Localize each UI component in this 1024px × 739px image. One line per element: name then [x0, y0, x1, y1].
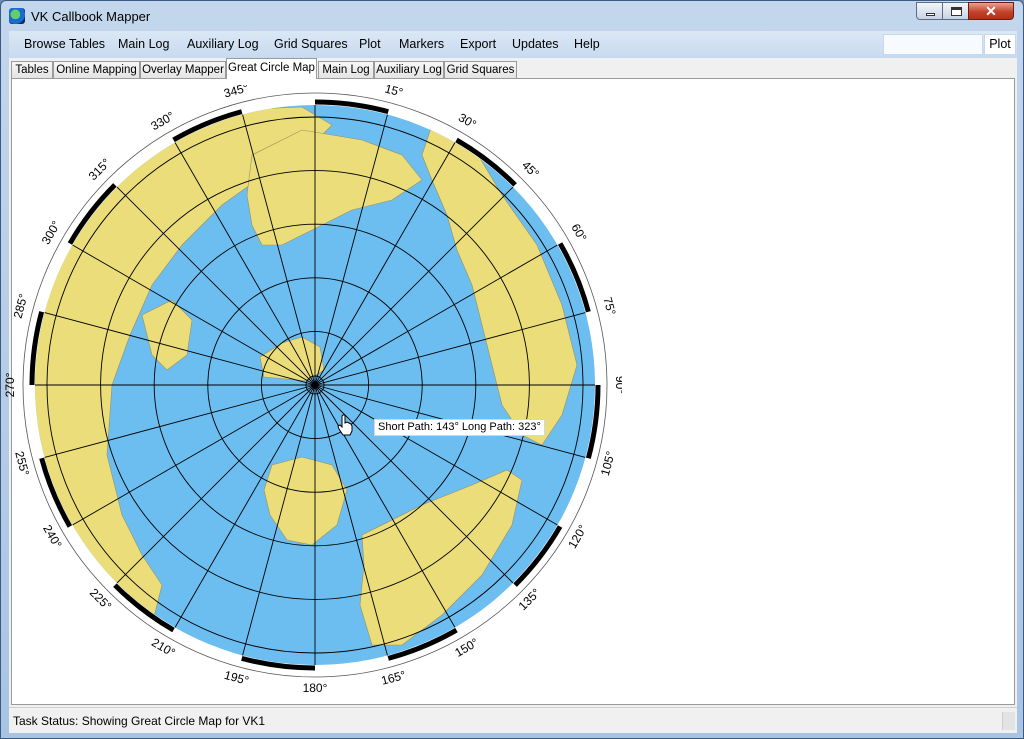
minimize-icon: [926, 13, 935, 16]
bearing-label: 0°: [309, 85, 321, 87]
bearing-label: 165°: [380, 668, 408, 688]
tab-online-mapping[interactable]: Online Mapping: [53, 61, 140, 78]
tab-overlay-mapper[interactable]: Overlay Mapper: [140, 61, 226, 78]
bearing-label: 90°: [613, 376, 622, 394]
maximize-button[interactable]: [942, 2, 969, 20]
window-title: VK Callbook Mapper: [31, 9, 151, 24]
menu-export[interactable]: Export: [460, 37, 496, 51]
bearing-label: 285°: [11, 292, 31, 320]
bearing-label: 345°: [222, 85, 250, 101]
tab-grid-squares[interactable]: Grid Squares: [444, 61, 517, 78]
resize-grip[interactable]: [1002, 712, 1015, 730]
plot-input[interactable]: [883, 34, 983, 55]
path-tooltip: Short Path: 143° Long Path: 323°: [374, 419, 545, 436]
bearing-label: 195°: [223, 668, 251, 688]
bearing-label: 180°: [303, 681, 328, 695]
bearing-label: 45°: [519, 158, 542, 181]
menu-plot[interactable]: Plot: [359, 37, 381, 51]
status-text: Task Status: Showing Great Circle Map fo…: [13, 714, 266, 728]
menu-help[interactable]: Help: [574, 37, 600, 51]
menu-main-log[interactable]: Main Log: [118, 37, 169, 51]
close-icon: ✕: [985, 3, 997, 19]
great-circle-map-panel: 0°15°30°45°60°75°90°105°120°135°150°165°…: [3, 78, 1015, 705]
bearing-label: 105°: [598, 449, 618, 477]
tab-main-log[interactable]: Main Log: [318, 61, 374, 78]
graticule: [35, 105, 595, 665]
bearing-label: 30°: [456, 110, 479, 131]
plot-button[interactable]: Plot: [984, 34, 1016, 55]
app-window: VK Callbook Mapper ✕ Browse Tables Main …: [0, 0, 1024, 739]
bearing-label: 60°: [568, 221, 589, 244]
hand-cursor-icon: [337, 414, 353, 436]
tab-strip: Tables Online Mapping Overlay Mapper Gre…: [9, 58, 1017, 79]
menu-updates[interactable]: Updates: [512, 37, 559, 51]
globe-app-icon: [9, 8, 25, 24]
menu-markers[interactable]: Markers: [399, 37, 444, 51]
great-circle-map[interactable]: 0°15°30°45°60°75°90°105°120°135°150°165°…: [2, 85, 622, 705]
menu-auxiliary-log[interactable]: Auxiliary Log: [187, 37, 259, 51]
status-bar: Task Status: Showing Great Circle Map fo…: [9, 707, 1017, 733]
bearing-label: 255°: [12, 450, 32, 478]
bearing-label: 75°: [600, 296, 618, 317]
minimize-button[interactable]: [916, 2, 943, 20]
close-button[interactable]: ✕: [968, 2, 1014, 20]
bearing-label: 270°: [3, 372, 17, 397]
tab-auxiliary-log[interactable]: Auxiliary Log: [374, 61, 444, 78]
menu-grid-squares[interactable]: Grid Squares: [274, 37, 348, 51]
menu-bar: Browse Tables Main Log Auxiliary Log Gri…: [9, 31, 1017, 59]
client-area: Browse Tables Main Log Auxiliary Log Gri…: [3, 31, 1017, 733]
menu-browse-tables[interactable]: Browse Tables: [24, 37, 105, 51]
tab-great-circle-map[interactable]: Great Circle Map: [226, 58, 317, 79]
maximize-icon: [951, 7, 962, 16]
tab-tables[interactable]: Tables: [11, 61, 53, 78]
title-bar[interactable]: VK Callbook Mapper ✕: [1, 1, 1023, 31]
bearing-label: 15°: [383, 85, 404, 100]
